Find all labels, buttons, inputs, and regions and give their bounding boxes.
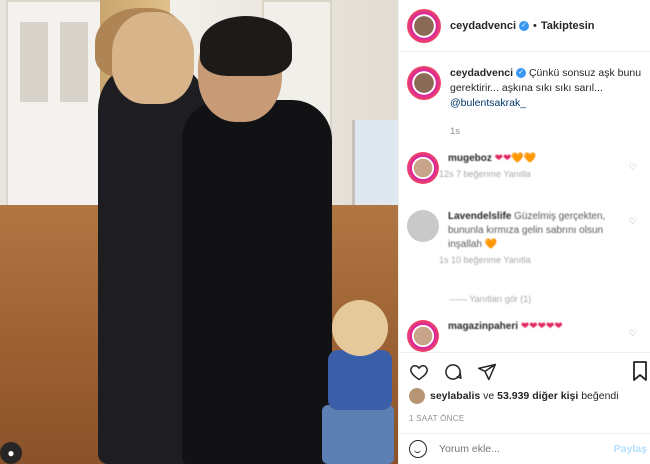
heart-icon[interactable] — [409, 362, 429, 382]
photo-head — [112, 12, 194, 104]
photo-door — [6, 0, 102, 210]
instagram-post-window: ● ceydadvenci ✓ • Takiptesin ceydadvenci… — [0, 0, 650, 464]
paper-plane-icon[interactable] — [477, 362, 497, 382]
comment-username[interactable]: Lavendelslife — [448, 211, 511, 222]
comment-like-icon[interactable]: ♡ — [629, 328, 637, 339]
follow-status-button[interactable]: Takiptesin — [541, 20, 595, 32]
comment-like-icon[interactable]: ♡ — [629, 216, 637, 227]
photo-hair — [200, 16, 292, 76]
likes-others[interactable]: diğer kişi — [532, 390, 578, 402]
comment-meta: 12s 7 beğenme Yanıtla — [439, 169, 531, 179]
post-side-panel: ceydadvenci ✓ • Takiptesin ceydadvenci ✓ … — [398, 0, 650, 464]
comment-text: magazinpaheri ❤❤❤❤❤ — [448, 320, 628, 334]
likes-count[interactable]: 53.939 — [497, 390, 529, 402]
comment-meta: 1s 10 beğenme Yanıtla — [439, 255, 531, 265]
author-username[interactable]: ceydadvenci — [450, 20, 516, 32]
comment-avatar[interactable] — [407, 210, 439, 242]
post-header: ceydadvenci ✓ • Takiptesin — [399, 0, 650, 52]
separator-dot: • — [533, 19, 537, 32]
likes-summary[interactable]: seylabalis ve 53.939 diğer kişi beğendi — [409, 388, 619, 404]
caption-text-block: ceydadvenci ✓ Çünkü sonsuz aşk bunu gerek… — [450, 66, 646, 111]
comment-input[interactable] — [439, 443, 589, 455]
likes-and: ve — [483, 390, 495, 402]
view-replies-link[interactable]: —— Yanıtları gör (1) — [449, 294, 531, 304]
caption-avatar[interactable] — [407, 66, 441, 100]
child-legs — [322, 405, 394, 464]
add-comment-bar: Paylaş — [399, 433, 650, 464]
comment-item: Lavendelslife Güzelmiş gerçekten, bununl… — [407, 210, 647, 265]
comment-text: mugeboz ❤❤🧡🧡 — [448, 152, 628, 166]
post-actions-bar — [399, 352, 650, 390]
bookmark-icon[interactable] — [632, 361, 648, 381]
child-head — [332, 300, 388, 356]
comment-icon[interactable] — [443, 362, 463, 382]
comment-item: magazinpaheri ❤❤❤❤❤ ♡ — [407, 320, 647, 352]
caption-username[interactable]: ceydadvenci — [450, 67, 513, 79]
comment-username[interactable]: mugeboz — [448, 153, 492, 164]
comment-text: Lavendelslife Güzelmiş gerçekten, bununl… — [448, 210, 628, 252]
comment-item: mugeboz ❤❤🧡🧡 12s 7 beğenme Yanıtla ♡ — [407, 152, 647, 184]
verified-badge-icon: ✓ — [516, 68, 527, 79]
door-pane — [60, 22, 88, 102]
comment-body: ❤❤❤❤❤ — [520, 321, 563, 332]
verified-badge-icon: ✓ — [519, 20, 530, 31]
view-replies-label: Yanıtları gör (1) — [469, 294, 532, 304]
post-time-ago: 1 SAAT ÖNCE — [409, 414, 465, 423]
tagged-user-icon[interactable]: ● — [0, 442, 22, 464]
liker-avatar — [409, 388, 425, 404]
comment-like-icon[interactable]: ♡ — [629, 162, 637, 173]
comment-body: ❤❤🧡🧡 — [494, 153, 537, 164]
comment-avatar[interactable] — [407, 320, 439, 352]
likes-suffix: beğendi — [581, 390, 619, 402]
author-avatar[interactable] — [407, 8, 441, 43]
photo-person — [182, 100, 332, 464]
comment-username[interactable]: magazinpaheri — [448, 321, 518, 332]
post-photo[interactable]: ● — [0, 0, 398, 464]
door-pane — [20, 22, 48, 102]
child-body — [328, 350, 392, 410]
post-caption: ceydadvenci ✓ Çünkü sonsuz aşk bunu gerek… — [407, 66, 647, 111]
caption-mention-link[interactable]: @bulentsakrak_ — [450, 97, 526, 109]
caption-time: 1s — [450, 126, 461, 137]
first-liker-name[interactable]: seylabalis — [430, 390, 480, 402]
photo-child — [318, 300, 398, 464]
smiley-icon[interactable] — [409, 440, 427, 458]
post-comment-button[interactable]: Paylaş — [614, 443, 647, 455]
comment-avatar[interactable] — [407, 152, 439, 184]
